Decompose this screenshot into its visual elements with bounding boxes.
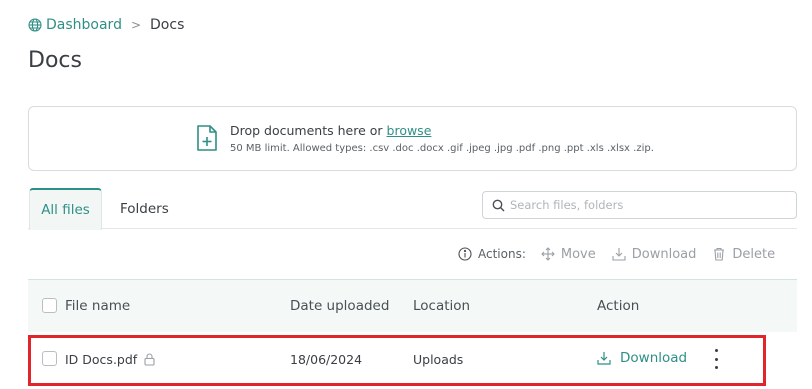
bulk-download-button[interactable]: Download	[612, 246, 697, 262]
file-name-cell: ID Docs.pdf	[65, 352, 155, 367]
browse-link[interactable]: browse	[387, 123, 432, 138]
trash-icon	[714, 247, 725, 261]
date-uploaded-cell: 18/06/2024	[290, 352, 363, 367]
tab-all-files[interactable]: All files	[29, 188, 102, 230]
table-row: ID Docs.pdf 18/06/2024 Uploads Download	[28, 337, 797, 382]
file-name[interactable]: ID Docs.pdf	[65, 352, 137, 367]
column-header-date-uploaded[interactable]: Date uploaded	[290, 298, 389, 314]
breadcrumb-separator: >	[130, 18, 142, 32]
actions-label: Actions:	[478, 247, 526, 261]
row-checkbox[interactable]	[42, 351, 57, 366]
column-header-action: Action	[597, 298, 640, 314]
move-label: Move	[560, 246, 596, 262]
bulk-actions-bar: Actions: Move Download Delete	[458, 244, 775, 264]
globe-icon	[28, 18, 42, 32]
location-cell: Uploads	[413, 352, 464, 367]
more-vertical-icon[interactable]	[708, 347, 724, 371]
info-icon	[458, 247, 472, 261]
search-icon	[492, 199, 505, 212]
delete-button[interactable]: Delete	[712, 247, 775, 262]
upload-prompt: Drop documents here or browse	[230, 123, 431, 138]
search-input[interactable]	[510, 198, 780, 212]
file-plus-icon	[196, 124, 218, 152]
move-button[interactable]: Move	[541, 247, 596, 262]
download-icon	[597, 352, 611, 365]
delete-label: Delete	[732, 246, 776, 262]
breadcrumb-current: Docs	[150, 17, 185, 33]
search-box[interactable]	[482, 191, 797, 219]
upload-prompt-text: Drop documents here or	[230, 123, 383, 138]
breadcrumb-dashboard-link[interactable]: Dashboard	[46, 17, 122, 33]
breadcrumb: Dashboard > Docs	[28, 16, 184, 34]
tab-folders[interactable]: Folders	[120, 188, 169, 229]
row-download-label: Download	[620, 350, 688, 366]
page-title: Docs	[28, 48, 82, 73]
table-header: File name Date uploaded Location Action	[28, 279, 797, 332]
column-header-location[interactable]: Location	[413, 298, 470, 314]
upload-limits: 50 MB limit. Allowed types: .csv .doc .d…	[230, 143, 654, 154]
select-all-checkbox[interactable]	[42, 298, 57, 313]
row-download-button[interactable]: Download	[597, 350, 687, 366]
column-header-file-name[interactable]: File name	[65, 298, 130, 314]
lock-icon	[144, 353, 155, 366]
move-icon	[541, 247, 555, 261]
bulk-download-label: Download	[631, 246, 697, 262]
upload-dropzone[interactable]: Drop documents here or browse 50 MB limi…	[28, 106, 797, 171]
download-icon	[612, 248, 626, 261]
